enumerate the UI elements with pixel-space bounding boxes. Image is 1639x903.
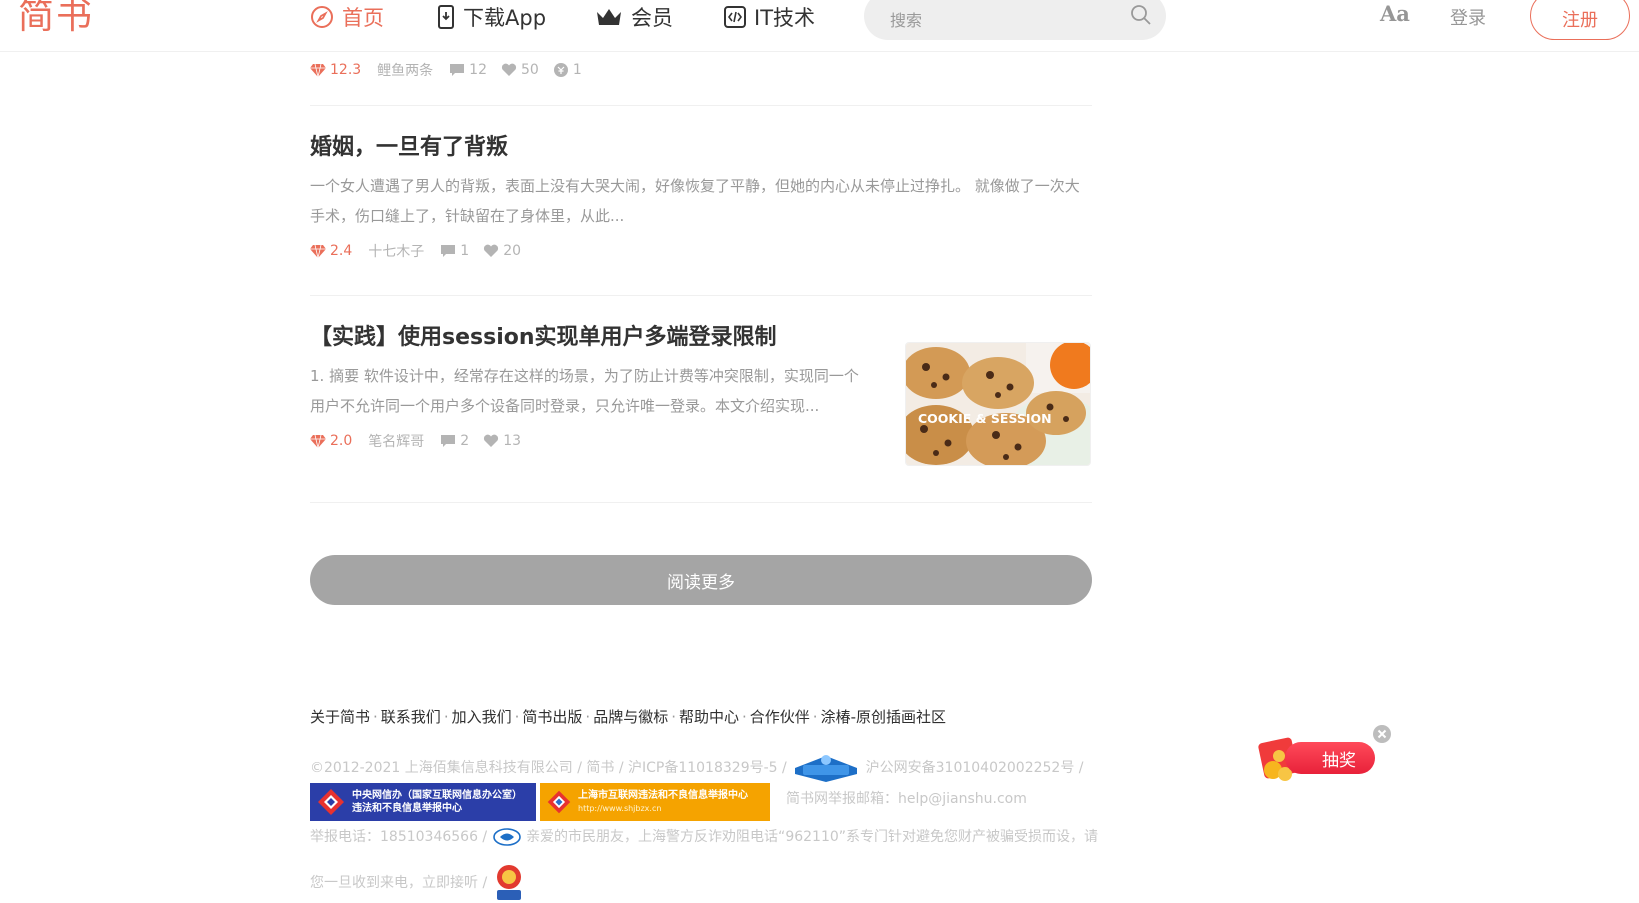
font-size-toggle[interactable]: Aa [1380, 1, 1410, 26]
footer-link-contact[interactable]: 联系我们 [381, 708, 441, 726]
comment-icon [441, 245, 456, 257]
diamond-icon [310, 63, 326, 77]
nav-vip[interactable]: 会员 [595, 0, 673, 34]
comment-count: 1 [440, 243, 469, 259]
comment-count: 12 [449, 62, 487, 78]
footer-link-about[interactable]: 关于简书 [310, 708, 370, 726]
diamond-icon [310, 244, 326, 258]
banner1-line1: 中央网信办（国家互联网信息办公室） [352, 790, 522, 801]
link-separator: · [742, 708, 747, 726]
shanghai-report-banner[interactable]: 上海市互联网违法和不良信息举报中心 http://www.shjbzx.cn [540, 783, 770, 821]
link-separator: · [671, 708, 676, 726]
reward-count: 1 [553, 62, 582, 78]
close-icon[interactable] [1372, 724, 1392, 744]
nav-home-label: 首页 [342, 6, 384, 30]
report-logo-icon [318, 789, 344, 815]
author-name[interactable]: 十七木子 [368, 241, 424, 261]
footer-link-partners[interactable]: 合作伙伴 [750, 708, 810, 726]
footer-links: 关于简书 · 联系我们 · 加入我们 · 简书出版 · 品牌与徽标 · 帮助中心 · 合作伙伴 · 涂椿-原… [310, 707, 1140, 727]
footer-link-publish[interactable]: 简书出版 [522, 708, 582, 726]
report-phone-line: 举报电话：18510346566 / 亲爱的市民朋友，上海警方反诈劝阻电话“96… [310, 827, 1098, 847]
nav-vip-label: 会员 [631, 6, 673, 30]
verified-badge-icon[interactable] [791, 752, 861, 784]
link-separator: · [585, 708, 591, 726]
article-meta: 2.4 十七木子 1 20 [310, 241, 1092, 261]
banner1-line2: 违法和不良信息举报中心 [352, 803, 462, 814]
footer-link-illustration[interactable]: 涂椿-原创插画社区 [821, 708, 946, 726]
anti-fraud-logo-icon [492, 828, 521, 846]
lottery-button[interactable]: 抽奖 [1285, 742, 1375, 774]
report-logo-icon [547, 790, 571, 814]
police-emblem-icon[interactable] [492, 863, 526, 903]
list-item: 婚姻，一旦有了背叛 一个女人遭遇了男人的背叛，表面上没有大哭大闹，好像恢复了平静… [310, 133, 1092, 261]
anti-fraud-notice-2: 您一旦收到来电，立即接听 / [310, 875, 488, 891]
nav-it-tech[interactable]: IT技术 [724, 0, 815, 34]
like-count: 13 [483, 433, 521, 449]
diamond-icon [310, 434, 326, 448]
heart-icon [484, 244, 499, 257]
comment-icon [441, 435, 456, 447]
code-icon [724, 6, 746, 28]
banner2-line1: 上海市互联网违法和不良信息举报中心 [578, 790, 748, 801]
heart-icon [484, 434, 499, 447]
article-title[interactable]: 【实践】使用session实现单用户多端登录限制 [310, 323, 872, 353]
divider [310, 295, 1092, 296]
copyright-line: ©2012-2021 上海佰集信息科技有限公司 / 简书 / 沪ICP备1101… [310, 752, 1084, 784]
footer: 关于简书 · 联系我们 · 加入我们 · 简书出版 · 品牌与徽标 · 帮助中心 · 合作伙伴 · 涂椿-原… [310, 707, 1140, 900]
phone-icon [438, 5, 454, 29]
cookie-image: COOKIE & SESSION [906, 343, 1090, 465]
report-email[interactable]: 简书网举报邮箱：help@jianshu.com [786, 789, 1027, 809]
police-record-text[interactable]: 沪公网安备31010402002252号 / [866, 760, 1084, 776]
nav-download-label: 下载App [463, 6, 547, 30]
copyright-text: ©2012-2021 上海佰集信息科技有限公司 / 简书 / 沪ICP备1101… [310, 760, 787, 776]
comment-count: 2 [440, 433, 469, 449]
login-link[interactable]: 登录 [1450, 4, 1486, 30]
comment-icon [450, 64, 465, 76]
link-separator: · [373, 708, 378, 726]
nav-home[interactable]: 首页 [310, 0, 384, 34]
like-count: 50 [501, 62, 539, 78]
read-more-button[interactable]: 阅读更多 [310, 555, 1092, 605]
search-input[interactable] [864, 0, 1114, 40]
divider [310, 502, 1092, 503]
author-name[interactable]: 笔名辉哥 [368, 431, 424, 451]
diamond-score: 2.4 [310, 243, 352, 259]
footer-link-brand[interactable]: 品牌与徽标 [593, 708, 668, 726]
article-abstract: 1. 摘要 软件设计中，经常存在这样的场景，为了防止计费等冲突限制，实现同一个用… [310, 367, 859, 415]
cac-report-banner[interactable]: 中央网信办（国家互联网信息办公室） 违法和不良信息举报中心 [310, 783, 536, 821]
anti-fraud-notice: 亲爱的市民朋友，上海警方反诈劝阻电话“962110”系专门针对避免您财产被骗受损… [526, 829, 1099, 845]
search-icon[interactable] [1130, 4, 1152, 26]
nav-it-label: IT技术 [754, 6, 816, 30]
banner2-line2: http://www.shjbzx.cn [578, 804, 662, 813]
article-title[interactable]: 婚姻，一旦有了背叛 [310, 133, 1092, 163]
notice-line-2: 您一旦收到来电，立即接听 / [310, 863, 526, 903]
link-separator: · [514, 708, 520, 726]
reward-coin-icon [553, 63, 568, 77]
lottery-widget[interactable]: 抽奖 [1255, 722, 1395, 782]
report-phone: 举报电话：18510346566 / [310, 829, 488, 845]
footer-link-help[interactable]: 帮助中心 [679, 708, 739, 726]
author-name[interactable]: 鲤鱼两条 [377, 60, 433, 80]
article-meta: 12.3 鲤鱼两条 12 50 1 [310, 60, 596, 80]
compass-icon [311, 6, 333, 28]
link-separator: · [812, 708, 818, 726]
top-navbar: 简书 首页 下载App 会员 IT技术 Aa 登录 [0, 0, 1639, 52]
footer-link-join[interactable]: 加入我们 [452, 708, 512, 726]
diamond-score: 2.0 [310, 433, 352, 449]
heart-icon [501, 63, 517, 76]
article-thumbnail[interactable]: COOKIE & SESSION [905, 342, 1091, 466]
article-abstract: 一个女人遭遇了男人的背叛，表面上没有大哭大闹，好像恢复了平静，但她的内心从未停止… [310, 177, 1080, 225]
divider [310, 105, 1092, 106]
link-separator: · [443, 708, 449, 726]
search-box [864, 0, 1166, 40]
jianshu-logo[interactable]: 简书 [18, 0, 94, 42]
signup-button[interactable]: 注册 [1530, 0, 1630, 40]
crown-icon [597, 9, 621, 25]
thumbnail-caption: COOKIE & SESSION [918, 411, 1052, 426]
nav-download-app[interactable]: 下载App [437, 0, 546, 34]
like-count: 20 [483, 243, 521, 259]
diamond-score: 12.3 [310, 62, 361, 78]
